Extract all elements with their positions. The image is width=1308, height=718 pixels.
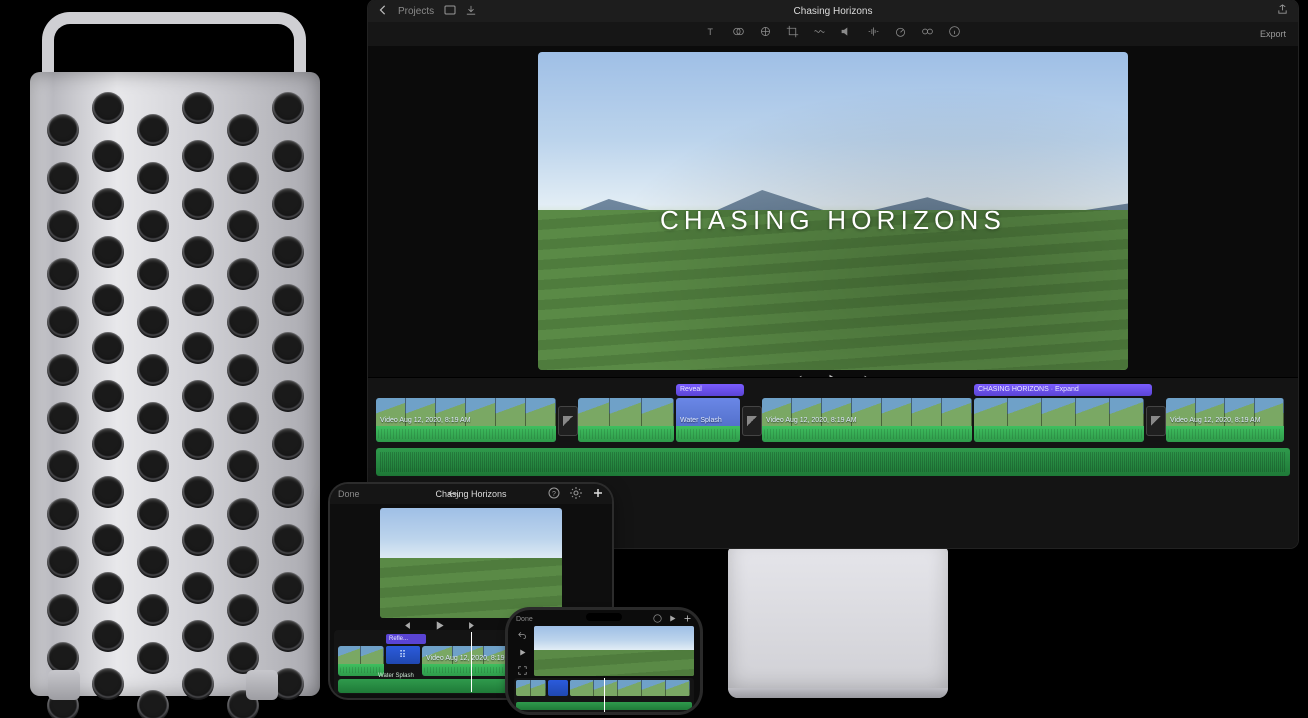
video-clip-3-splash[interactable]: Water Splash — [676, 398, 740, 442]
stabilize-icon[interactable] — [813, 25, 826, 43]
export-button[interactable]: Export — [1260, 29, 1286, 39]
iphone-help-icon[interactable] — [653, 614, 662, 625]
info-icon[interactable] — [948, 25, 961, 43]
iphone-undo-icon[interactable] — [518, 626, 527, 644]
transition-1[interactable] — [558, 406, 578, 436]
iphone-add-icon[interactable] — [683, 614, 692, 625]
noise-reduce-icon[interactable] — [867, 25, 880, 43]
ipad-add-media-icon[interactable] — [592, 487, 604, 501]
preview-viewer[interactable]: CHASING HORIZONS — [538, 52, 1128, 370]
project-title: Chasing Horizons — [794, 6, 873, 17]
ipad-project-title: Chasing Horizons — [435, 489, 506, 499]
ipad-help-icon[interactable]: ? — [548, 487, 560, 501]
color-balance-icon[interactable] — [732, 25, 745, 43]
ipad-done-button[interactable]: Done — [338, 489, 360, 499]
transition-3[interactable] — [1146, 406, 1166, 436]
media-library-icon[interactable] — [444, 4, 456, 19]
pro-display: Projects Chasing Horizons T Export CHASI… — [368, 0, 1298, 548]
iphone-notch — [586, 613, 622, 621]
display-stand — [728, 548, 948, 698]
video-clip-1[interactable]: Video Aug 12, 2020, 8:19 AM — [376, 398, 556, 442]
title-clip-expand[interactable]: CHASING HORIZONS · Expand — [974, 384, 1152, 396]
mac-pro-tower: /*placeholder: holes injected below*/ — [18, 12, 308, 700]
ipad-playhead[interactable] — [471, 632, 472, 692]
iphone-done-button[interactable]: Done — [516, 616, 533, 623]
ipad-clip-1[interactable] — [338, 646, 384, 676]
iphone-device: Done CHASING HORIZONS — [508, 610, 700, 712]
ipad-preview-viewer[interactable]: CHASING HORIZONS — [380, 508, 562, 618]
ipad-clip-label: Video Aug 12, 2020, 8:19... — [426, 655, 510, 662]
ipad-splash-label: Water Splash — [378, 673, 414, 679]
title-overlay-text: CHASING HORIZONS — [538, 205, 1128, 236]
iphone-preview-viewer[interactable]: CHASING HORIZONS — [534, 626, 694, 676]
iphone-play-button[interactable] — [518, 644, 527, 662]
video-clip-4[interactable]: Video Aug 12, 2020, 8:19 AM — [762, 398, 972, 442]
transition-2[interactable] — [742, 406, 762, 436]
back-chevron-icon[interactable] — [378, 5, 388, 18]
iphone-clip-1[interactable] — [516, 680, 546, 696]
title-clip-reveal[interactable]: Reveal — [676, 384, 744, 396]
share-icon[interactable] — [1277, 4, 1288, 18]
clip-label: Video Aug 12, 2020, 8:19 AM — [380, 417, 471, 424]
iphone-playhead[interactable] — [604, 678, 605, 712]
clip-label: Video Aug 12, 2020, 8:19 AM — [1170, 417, 1261, 424]
ipad-title-clip[interactable]: Refle... — [386, 634, 426, 644]
iphone-play-small-icon[interactable] — [668, 614, 677, 625]
video-clip-5[interactable] — [974, 398, 1144, 442]
color-correct-icon[interactable] — [759, 25, 772, 43]
iphone-timeline[interactable] — [514, 678, 694, 712]
iphone-left-controls — [514, 626, 530, 676]
crop-icon[interactable] — [786, 25, 799, 43]
video-clip-6[interactable]: Video Aug 12, 2020, 8:19 AM — [1166, 398, 1284, 442]
iphone-effect-clip[interactable] — [548, 680, 568, 696]
svg-text:?: ? — [552, 491, 556, 498]
import-icon[interactable] — [466, 5, 476, 18]
imovie-header: Projects Chasing Horizons — [368, 0, 1298, 22]
adjust-toolbar: T Export — [368, 22, 1298, 46]
background-music-track[interactable] — [376, 448, 1290, 476]
ipad-settings-icon[interactable] — [570, 487, 582, 501]
speed-icon[interactable] — [894, 25, 907, 43]
clip-label: Video Aug 12, 2020, 8:19 AM — [766, 417, 857, 424]
back-to-projects[interactable]: Projects — [398, 6, 434, 17]
iphone-clip-2[interactable] — [570, 680, 690, 696]
clip-filter-icon[interactable] — [921, 25, 934, 43]
svg-text:T: T — [707, 27, 713, 37]
clip-label: Water Splash — [680, 417, 722, 424]
volume-icon[interactable] — [840, 25, 853, 43]
video-clip-2[interactable] — [578, 398, 674, 442]
title-tool-icon[interactable]: T — [705, 25, 718, 43]
